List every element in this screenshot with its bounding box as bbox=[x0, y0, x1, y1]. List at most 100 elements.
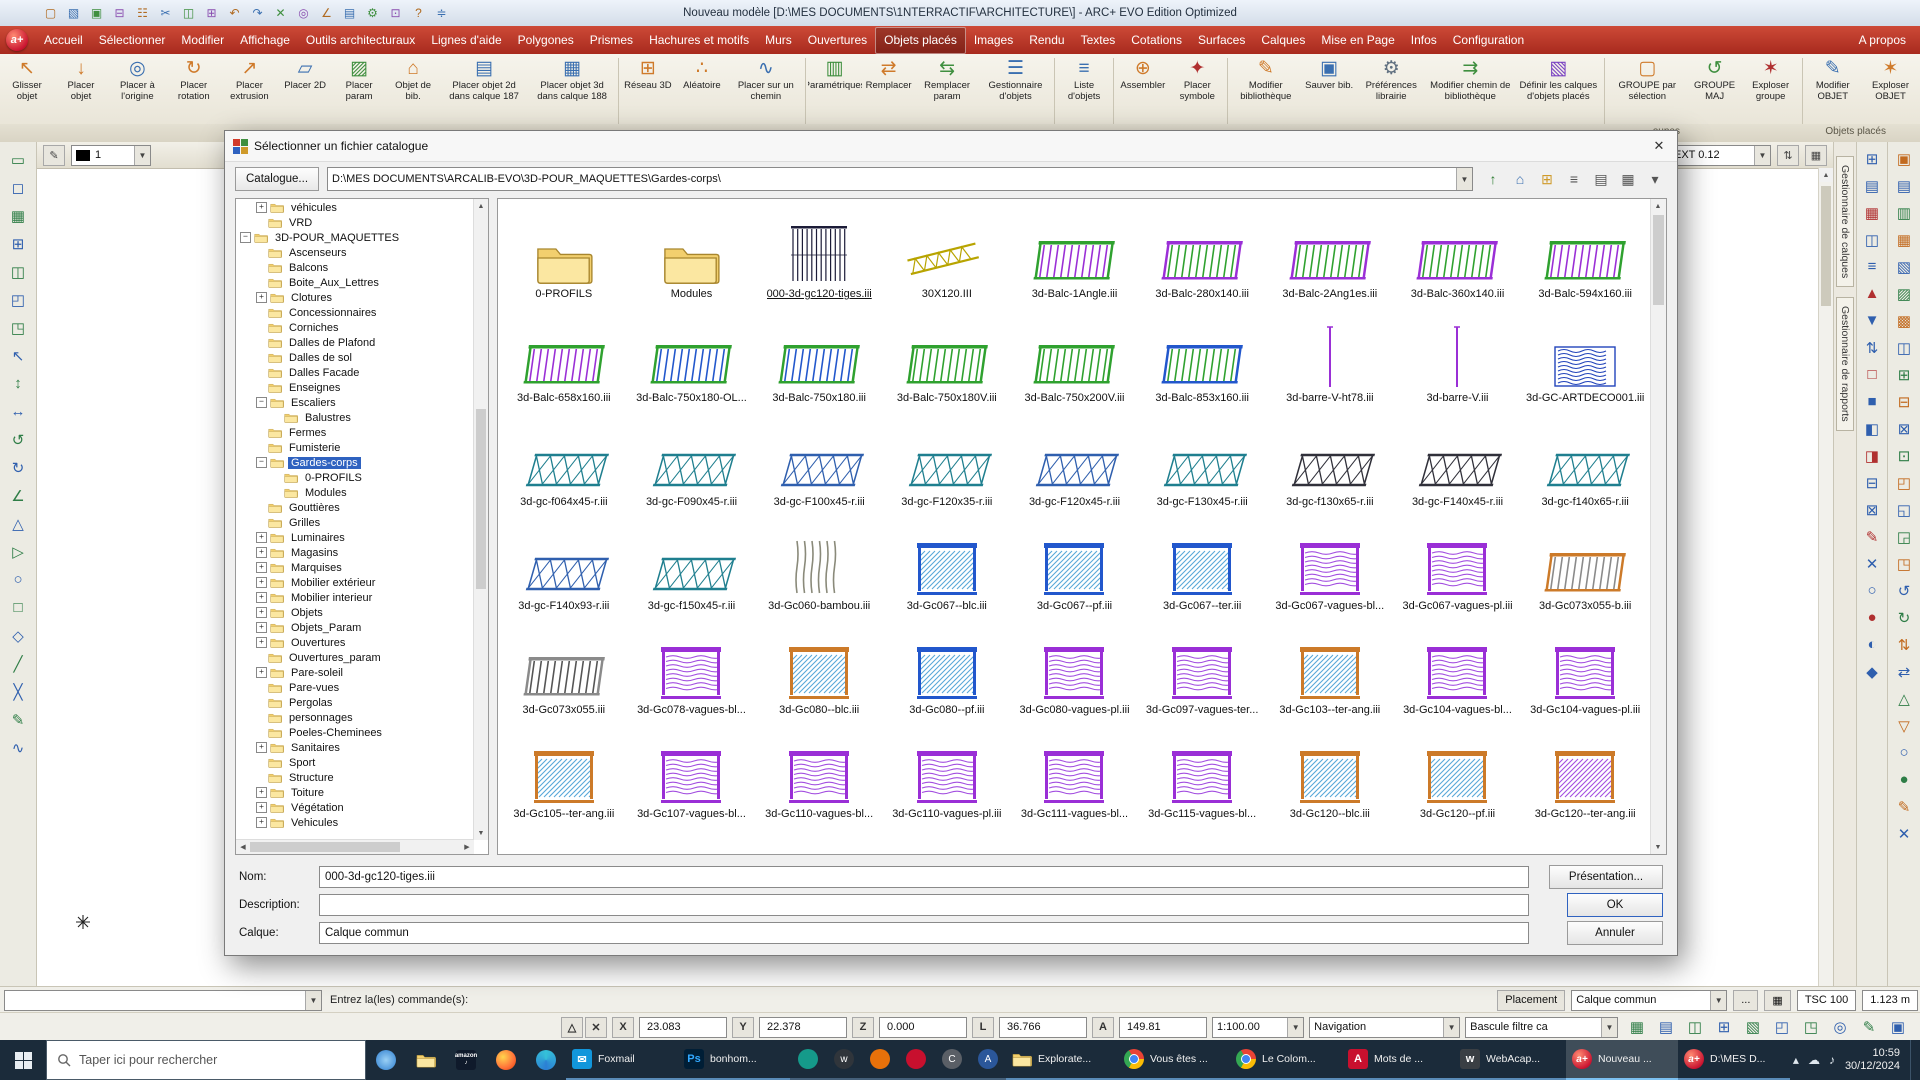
ext-combo[interactable]: EXT 0.12 ▼ bbox=[1669, 144, 1771, 166]
left-tool-9-icon[interactable]: ↔ bbox=[4, 398, 32, 425]
menu-item-outils-architecturaux[interactable]: Outils architecturaux bbox=[298, 27, 423, 54]
coord-tool-right-5-icon[interactable]: ◰ bbox=[1768, 1014, 1796, 1041]
chevron-down-icon[interactable]: ▼ bbox=[1456, 168, 1472, 190]
taskbar-app-webacap[interactable]: w WebAcap... bbox=[1454, 1040, 1566, 1080]
coord-tool-1-icon[interactable]: ✕ bbox=[585, 1016, 607, 1038]
calque-combo[interactable]: Calque commun ▼ bbox=[1571, 989, 1728, 1011]
ribbon-button-placer-rotation[interactable]: ↻ Placer rotation bbox=[167, 56, 221, 124]
tree-item-personnages[interactable]: personnages bbox=[236, 710, 474, 725]
catalog-item-3d-gc-artdeco001-iii[interactable]: 3d-GC-ARTDECO001.iii bbox=[1521, 307, 1649, 411]
right-tool-a-4-icon[interactable]: ≡ bbox=[1858, 253, 1886, 280]
catalog-item-3d-balc-2ang1es-iii[interactable]: 3d-Balc-2Ang1es.iii bbox=[1266, 203, 1394, 307]
catalog-item-3d-balc-360x140-iii[interactable]: 3d-Balc-360x140.iii bbox=[1394, 203, 1522, 307]
left-tool-7-icon[interactable]: ↖ bbox=[4, 342, 32, 369]
catalog-item-3d-gc110-vagues-bl[interactable]: 3d-Gc110-vagues-bl... bbox=[755, 723, 883, 827]
right-tool-b-11-icon[interactable]: ⊡ bbox=[1890, 442, 1918, 469]
menu-item-objets-plac-s[interactable]: Objets placés bbox=[875, 26, 966, 54]
undo-icon[interactable]: ↶ bbox=[224, 3, 245, 23]
tree-item-fermes[interactable]: Fermes bbox=[236, 425, 474, 440]
ribbon-button-placer-sur-un-chemin[interactable]: ∿ Placer sur un chemin bbox=[729, 56, 803, 124]
mode-combo[interactable]: Navigation ▼ bbox=[1309, 1016, 1461, 1038]
catalog-item-3d-gc104-vagues-bl[interactable]: 3d-Gc104-vagues-bl... bbox=[1394, 619, 1522, 723]
menu-item-rendu[interactable]: Rendu bbox=[1021, 27, 1072, 54]
menu-item-images[interactable]: Images bbox=[966, 27, 1021, 54]
tree-item-clotures[interactable]: + Clotures bbox=[236, 290, 474, 305]
right-tool-a-12-icon[interactable]: ⊟ bbox=[1858, 469, 1886, 496]
left-tool-11-icon[interactable]: ↻ bbox=[4, 454, 32, 481]
right-tool-a-16-icon[interactable]: ○ bbox=[1858, 577, 1886, 604]
catalog-item-3d-gc067-vagues-bl[interactable]: 3d-Gc067-vagues-bl... bbox=[1266, 515, 1394, 619]
tree-item-objets[interactable]: + Objets bbox=[236, 605, 474, 620]
menu-item-lignes-d-aide[interactable]: Lignes d'aide bbox=[423, 27, 509, 54]
right-tool-b-17-icon[interactable]: ↻ bbox=[1890, 604, 1918, 631]
catalog-item-3d-balc-594x160-iii[interactable]: 3d-Balc-594x160.iii bbox=[1521, 203, 1649, 307]
up-one-level-icon[interactable]: ↑ bbox=[1481, 167, 1505, 191]
catalog-item-3d-gc067-pf-iii[interactable]: 3d-Gc067--pf.iii bbox=[1011, 515, 1139, 619]
right-tool-a-13-icon[interactable]: ⊠ bbox=[1858, 496, 1886, 523]
show-desktop-button[interactable] bbox=[1910, 1040, 1916, 1080]
menu-icon[interactable]: ▾ bbox=[1643, 167, 1667, 191]
more-button[interactable]: ... bbox=[1733, 989, 1759, 1011]
scroll-up-icon[interactable]: ▲ bbox=[1651, 199, 1665, 213]
ribbon-button-groupe-par-s-lection[interactable]: ▢ GROUPE par sélection bbox=[1607, 56, 1687, 124]
tree-item-gardes-corps[interactable]: − Gardes-corps bbox=[236, 455, 474, 470]
ribbon-button-remplacer[interactable]: ⇄ Remplacer bbox=[862, 56, 916, 124]
catalog-item-3d-gc073x055-b-iii[interactable]: 3d-Gc073x055-b.iii bbox=[1521, 515, 1649, 619]
coord-z-value[interactable]: 0.000 bbox=[879, 1016, 967, 1038]
paste-icon[interactable]: ⊞ bbox=[201, 3, 222, 23]
thumbnails-view-icon[interactable]: ▦ bbox=[1616, 167, 1640, 191]
right-tool-a-7-icon[interactable]: ⇅ bbox=[1858, 334, 1886, 361]
left-tool-14-icon[interactable]: ▷ bbox=[4, 538, 32, 565]
left-tool-0-icon[interactable]: ▭ bbox=[4, 146, 32, 173]
delete-icon[interactable]: ✕ bbox=[270, 3, 291, 23]
catalog-item-3d-gc067-ter-iii[interactable]: 3d-Gc067--ter.iii bbox=[1138, 515, 1266, 619]
right-tool-b-15-icon[interactable]: ◳ bbox=[1890, 550, 1918, 577]
scroll-up-icon[interactable]: ▲ bbox=[1819, 168, 1833, 182]
grid-vertical-scrollbar[interactable]: ▲ ▼ bbox=[1650, 199, 1666, 854]
tree-item-concessionnaires[interactable]: Concessionnaires bbox=[236, 305, 474, 320]
scroll-left-icon[interactable]: ◀ bbox=[236, 840, 250, 854]
catalog-item-3d-gc111-vagues-bl[interactable]: 3d-Gc111-vagues-bl... bbox=[1011, 723, 1139, 827]
menu-item-textes[interactable]: Textes bbox=[1073, 27, 1124, 54]
settings-icon[interactable]: ⚙ bbox=[362, 3, 383, 23]
tree-item-mobilier-ext-rieur[interactable]: + Mobilier extérieur bbox=[236, 575, 474, 590]
tree-item-goutti-res[interactable]: Gouttières bbox=[236, 500, 474, 515]
tree-item-marquises[interactable]: + Marquises bbox=[236, 560, 474, 575]
taskbar-pinned-cortana[interactable] bbox=[366, 1040, 406, 1080]
catalog-item-30x120-iii[interactable]: 30X120.III bbox=[883, 203, 1011, 307]
redo-icon[interactable]: ↷ bbox=[247, 3, 268, 23]
pen-icon[interactable]: ✎ bbox=[43, 144, 65, 166]
chevron-down-icon[interactable]: ▼ bbox=[1287, 1017, 1304, 1037]
coord-x-value[interactable]: 23.083 bbox=[639, 1016, 727, 1038]
right-tool-a-18-icon[interactable]: ◐ bbox=[1858, 631, 1886, 658]
pin-icon[interactable]: ≑ bbox=[431, 3, 452, 23]
catalog-item-3d-balc-853x160-iii[interactable]: 3d-Balc-853x160.iii bbox=[1138, 307, 1266, 411]
right-tool-b-24-icon[interactable]: ✎ bbox=[1890, 793, 1918, 820]
tree-item-vrd[interactable]: VRD bbox=[236, 215, 474, 230]
info-icon[interactable]: ? bbox=[408, 3, 429, 23]
coord-tool-right-1-icon[interactable]: ▤ bbox=[1652, 1014, 1680, 1041]
catalog-item-3d-gc104-vagues-pl-iii[interactable]: 3d-Gc104-vagues-pl.iii bbox=[1521, 619, 1649, 723]
chevron-down-icon[interactable]: ▼ bbox=[1710, 990, 1727, 1010]
taskbar-app-app-a[interactable]: A bbox=[970, 1040, 1006, 1080]
ribbon-button-gestionnaire-d-objets[interactable]: ☰ Gestionnaire d'objets bbox=[979, 56, 1053, 124]
left-tool-21-icon[interactable]: ∿ bbox=[4, 734, 32, 761]
ribbon-button-groupe-maj[interactable]: ↺ GROUPE MAJ bbox=[1688, 56, 1742, 124]
save-all-icon[interactable]: ⊟ bbox=[109, 3, 130, 23]
right-tool-a-17-icon[interactable]: ● bbox=[1858, 604, 1886, 631]
ribbon-button-remplacer-param[interactable]: ⇆ Remplacer param bbox=[916, 56, 979, 124]
panel-tab-gestionnaire-de-rapports[interactable]: Gestionnaire de rapports bbox=[1836, 297, 1854, 431]
cancel-button[interactable]: Annuler bbox=[1567, 921, 1663, 945]
list-view-icon[interactable]: ≡ bbox=[1562, 167, 1586, 191]
chevron-down-icon[interactable]: ▼ bbox=[1601, 1017, 1617, 1037]
right-tool-a-3-icon[interactable]: ◫ bbox=[1858, 226, 1886, 253]
scale-combo[interactable]: 1:100.00 ▼ bbox=[1212, 1016, 1305, 1038]
right-tool-a-9-icon[interactable]: ■ bbox=[1858, 388, 1886, 415]
ribbon-button-liste-d-objets[interactable]: ≡ Liste d'objets bbox=[1057, 56, 1111, 124]
menu-item-modifier[interactable]: Modifier bbox=[173, 27, 232, 54]
expander-icon[interactable]: + bbox=[256, 637, 267, 648]
catalog-item-3d-barre-v-ht78-iii[interactable]: 3d-barre-V-ht78.iii bbox=[1266, 307, 1394, 411]
catalog-item-3d-gc120-pf-iii[interactable]: 3d-Gc120--pf.iii bbox=[1394, 723, 1522, 827]
ribbon-button-placer-extrusion[interactable]: ↗ Placer extrusion bbox=[221, 56, 278, 124]
catalog-item-3d-balc-750x180v-iii[interactable]: 3d-Balc-750x180V.iii bbox=[883, 307, 1011, 411]
